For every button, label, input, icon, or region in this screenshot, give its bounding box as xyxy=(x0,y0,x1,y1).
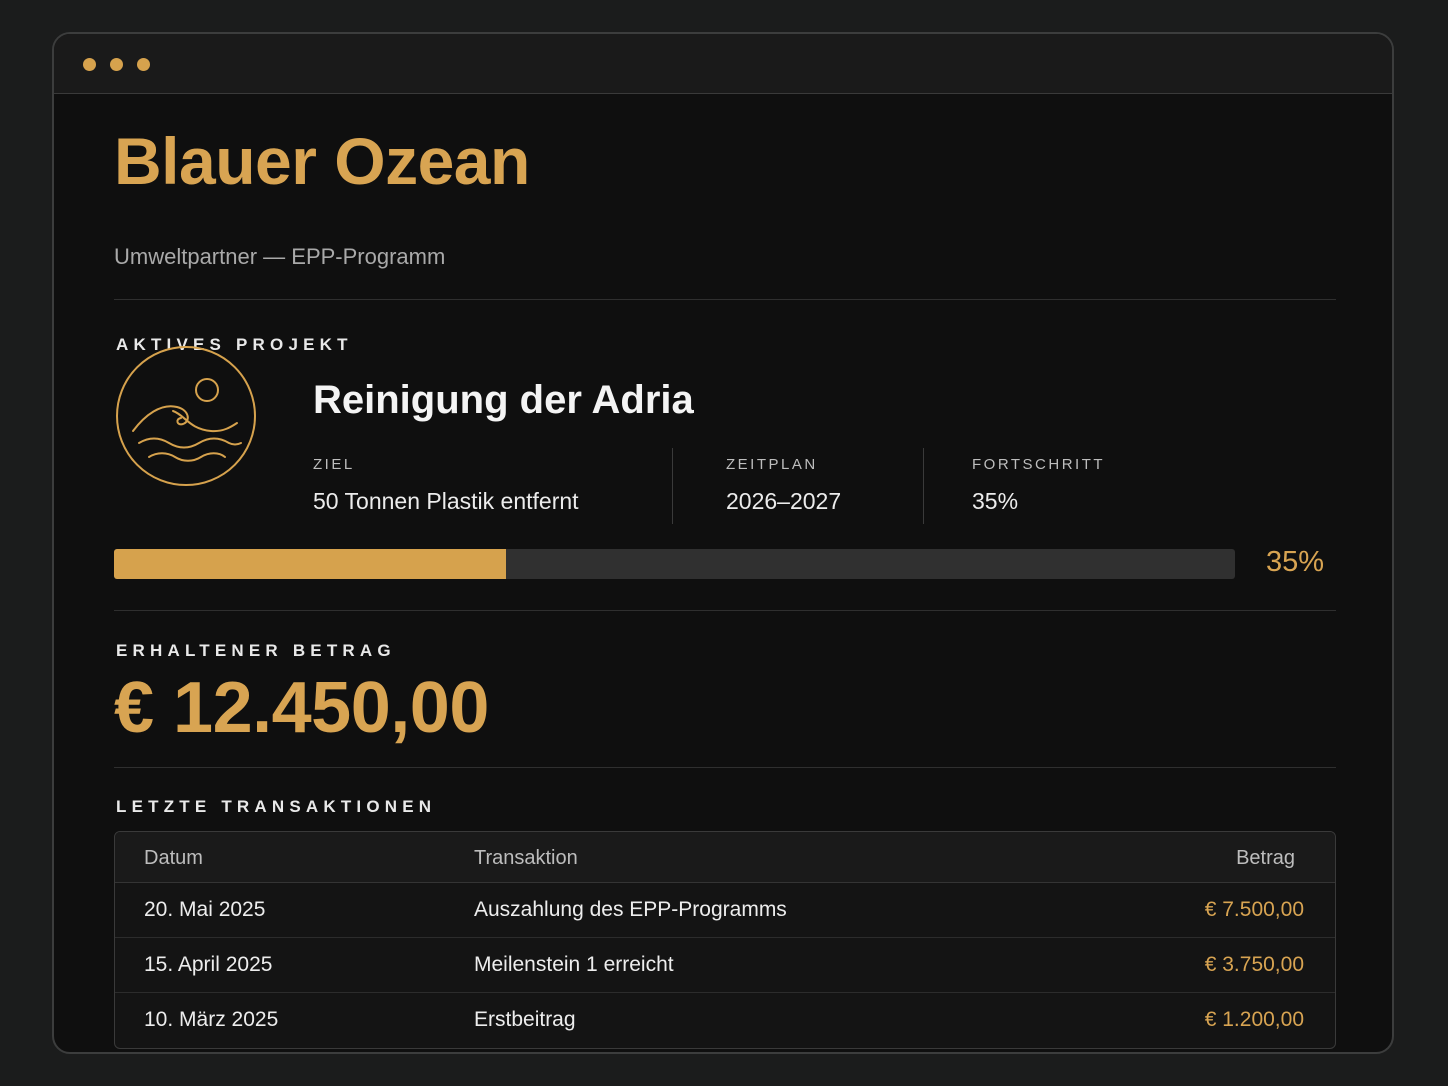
table-header: Datum Transaktion Betrag xyxy=(115,832,1335,883)
window-control-dot[interactable] xyxy=(137,58,150,71)
stat-value-goal: 50 Tonnen Plastik entfernt xyxy=(313,488,579,514)
column-header-date[interactable]: Datum xyxy=(144,847,203,870)
divider xyxy=(114,610,1336,611)
divider xyxy=(114,767,1336,768)
window-control-dot[interactable] xyxy=(110,58,123,71)
page-subtitle: Umweltpartner — EPP-Programm xyxy=(114,244,446,269)
main-content: Blauer Ozean Umweltpartner — EPP-Program… xyxy=(114,94,1336,1052)
progress-bar-fill xyxy=(114,549,507,579)
transaction-description: Meilenstein 1 erreicht xyxy=(474,953,674,976)
project-name: Reinigung der Adria xyxy=(313,378,694,422)
transaction-date: 10. März 2025 xyxy=(144,1008,279,1031)
column-header-transaction[interactable]: Transaktion xyxy=(474,847,578,870)
stat-value-progress: 35% xyxy=(972,488,1019,514)
progress-percent-label: 35% xyxy=(1266,546,1325,578)
window-control-dot[interactable] xyxy=(83,58,96,71)
transaction-amount: € 7.500,00 xyxy=(1204,898,1304,921)
table-row[interactable]: 20. Mai 2025 Auszahlung des EPP-Programm… xyxy=(115,883,1335,938)
stat-value-schedule: 2026–2027 xyxy=(726,488,842,514)
stat-label-progress: FORTSCHRITT xyxy=(972,456,1106,473)
section-label-recent-transactions: LETZTE TRANSAKTIONEN xyxy=(116,797,437,816)
section-label-received-amount: ERHALTENER BETRAG xyxy=(116,641,396,660)
progress-bar xyxy=(114,549,1235,579)
page-title: Blauer Ozean xyxy=(114,124,530,198)
title-bar xyxy=(54,34,1392,94)
stat-separator xyxy=(923,448,924,524)
transaction-date: 20. Mai 2025 xyxy=(144,898,266,921)
transaction-date: 15. April 2025 xyxy=(144,953,273,976)
transaction-amount: € 3.750,00 xyxy=(1204,953,1304,976)
app-window: Blauer Ozean Umweltpartner — EPP-Program… xyxy=(52,32,1394,1054)
transaction-description: Erstbeitrag xyxy=(474,1008,576,1031)
stat-label-goal: ZIEL xyxy=(313,456,355,473)
ocean-wave-icon xyxy=(115,345,257,487)
table-row[interactable]: 15. April 2025 Meilenstein 1 erreicht € … xyxy=(115,938,1335,993)
transaction-amount: € 1.200,00 xyxy=(1204,1008,1304,1031)
divider xyxy=(114,299,1336,300)
stat-label-schedule: ZEITPLAN xyxy=(726,456,818,473)
received-amount: € 12.450,00 xyxy=(114,668,489,748)
stat-separator xyxy=(672,448,673,524)
column-header-amount[interactable]: Betrag xyxy=(1236,847,1295,870)
transaction-description: Auszahlung des EPP-Programms xyxy=(474,898,787,921)
transactions-table: Datum Transaktion Betrag 20. Mai 2025 Au… xyxy=(114,831,1336,1049)
table-row[interactable]: 10. März 2025 Erstbeitrag € 1.200,00 xyxy=(115,993,1335,1048)
